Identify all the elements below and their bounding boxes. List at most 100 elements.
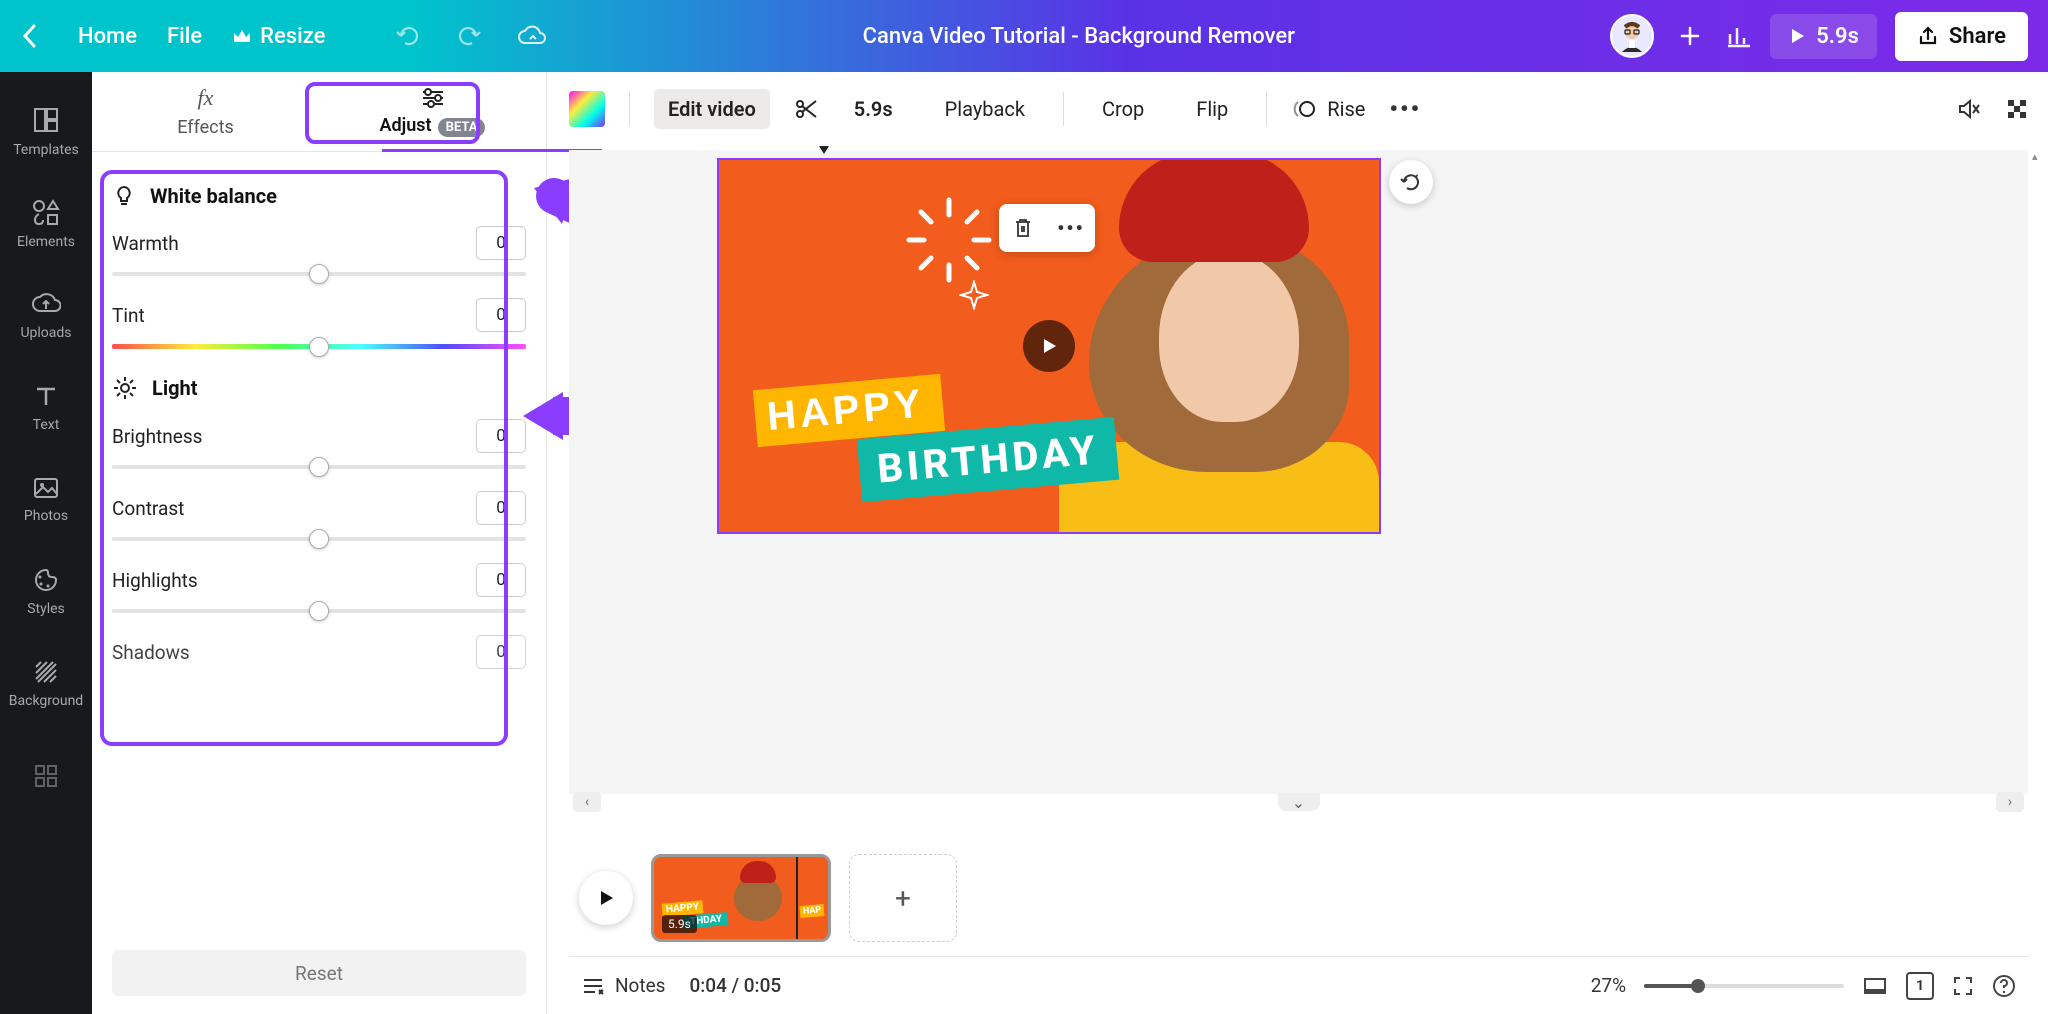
sparkle-decoration [899,190,999,290]
rail-text[interactable]: Text [0,362,92,454]
animation-button[interactable]: Rise [1291,96,1365,122]
rail-styles[interactable]: Styles [0,546,92,638]
panel-tabs: fx Effects Adjust BETA [92,72,546,152]
canvas-area: HAPPY BIRTHDAY ••• ‹ ⌄ › [569,150,2028,794]
video-frame[interactable]: HAPPY BIRTHDAY ••• [717,158,1381,534]
home-button[interactable]: Home [78,24,137,49]
mute-icon[interactable] [1956,96,1982,122]
contrast-thumb[interactable] [309,529,329,549]
redo-icon[interactable] [456,25,482,47]
expand-pages-button[interactable]: ⌄ [1278,793,1320,811]
fit-view-icon[interactable] [1862,976,1888,996]
tint-track[interactable] [112,344,526,349]
preview-button[interactable]: 5.9s [1770,14,1877,59]
canvas-scrollbar[interactable]: ▴ [2030,150,2044,794]
tab-adjust[interactable]: Adjust BETA [319,72,546,151]
contrast-value[interactable]: 0 [476,491,526,525]
page-count[interactable]: 1 [1906,972,1934,1000]
bulb-icon [112,184,136,208]
tab-effects[interactable]: fx Effects [92,72,319,151]
highlights-thumb[interactable] [309,601,329,621]
sun-icon [112,375,138,401]
contrast-track[interactable] [112,537,526,541]
rail-uploads[interactable]: Uploads [0,270,92,362]
play-overlay[interactable] [1023,320,1075,372]
zoom-slider[interactable] [1644,984,1844,988]
color-picker[interactable] [569,91,605,127]
back-icon[interactable] [20,22,38,50]
slider-warmth: Warmth 0 [112,226,526,276]
timeline-clip[interactable]: HAPPY THDAY HAP 5.9s [651,854,831,942]
warmth-thumb[interactable] [309,264,329,284]
crown-icon [232,28,252,44]
brightness-thumb[interactable] [309,457,329,477]
shadows-value[interactable]: 0 [476,635,526,669]
bottom-bar: Notes 0:04 / 0:05 27% 1 [569,956,2028,1014]
playback-button[interactable]: Playback [931,89,1039,129]
notes-button[interactable]: Notes [581,974,666,997]
reset-button[interactable]: Reset [112,950,526,996]
crop-button[interactable]: Crop [1088,89,1158,129]
tint-label: Tint [112,304,145,327]
add-collaborator-button[interactable] [1672,18,1708,54]
add-clip-button[interactable]: + [849,854,957,942]
notes-label: Notes [615,974,666,997]
warmth-track[interactable] [112,272,526,276]
highlights-track[interactable] [112,609,526,613]
rail-photos-label: Photos [24,508,68,524]
insights-icon[interactable] [1726,24,1752,48]
element-toolbar: ••• [999,204,1095,252]
edit-video-button[interactable]: Edit video [654,89,770,129]
slider-highlights: Highlights 0 [112,563,526,613]
tint-thumb[interactable] [309,337,329,357]
regenerate-button[interactable] [1389,160,1433,204]
rail-more[interactable] [0,730,92,822]
rail-background-label: Background [9,693,83,709]
rail-templates[interactable]: Templates [0,86,92,178]
clip-duration: 5.9s [662,915,697,933]
timeline-play-button[interactable] [579,871,633,925]
tab-adjust-label: Adjust [380,115,432,136]
notes-icon [581,976,605,996]
cloud-sync-icon[interactable] [517,25,547,47]
zoom-thumb[interactable] [1691,979,1705,993]
flip-button[interactable]: Flip [1182,89,1242,129]
duration-button[interactable]: 5.9s [840,89,907,129]
help-icon[interactable] [1992,974,2016,998]
light-label: Light [152,376,198,400]
share-label: Share [1949,24,2006,49]
tint-value[interactable]: 0 [476,298,526,332]
rail-photos[interactable]: Photos [0,454,92,546]
animation-icon [1291,96,1317,122]
more-icon[interactable]: ••• [1389,95,1421,123]
share-icon [1917,25,1939,47]
beta-badge: BETA [438,118,486,137]
scissors-icon[interactable] [794,97,818,121]
zoom-level[interactable]: 27% [1591,974,1626,997]
share-button[interactable]: Share [1895,12,2028,61]
document-title[interactable]: Canva Video Tutorial - Background Remove… [547,24,1610,49]
playhead[interactable] [796,857,798,939]
highlights-value[interactable]: 0 [476,563,526,597]
element-more-button[interactable]: ••• [1047,204,1095,252]
file-menu[interactable]: File [167,24,202,49]
resize-label: Resize [260,24,325,49]
next-page-button[interactable]: › [1996,792,2024,812]
slider-brightness: Brightness 0 [112,419,526,469]
rail-elements[interactable]: Elements [0,178,92,270]
undo-icon[interactable] [395,25,421,47]
brightness-track[interactable] [112,465,526,469]
delete-button[interactable] [999,204,1047,252]
transparency-icon[interactable] [2006,98,2028,120]
resize-button[interactable]: Resize [232,24,325,49]
warmth-value[interactable]: 0 [476,226,526,260]
slider-tint: Tint 0 [112,298,526,349]
sliders-icon [420,87,446,109]
fullscreen-icon[interactable] [1952,975,1974,997]
rail-background[interactable]: Background [0,638,92,730]
preview-duration: 5.9s [1816,24,1859,49]
prev-page-button[interactable]: ‹ [573,792,601,812]
timeline: HAPPY THDAY HAP 5.9s + [569,844,2028,952]
canvas-toolbar: Edit video 5.9s Playback Crop Flip Rise … [569,84,2028,134]
user-avatar[interactable] [1610,14,1654,58]
